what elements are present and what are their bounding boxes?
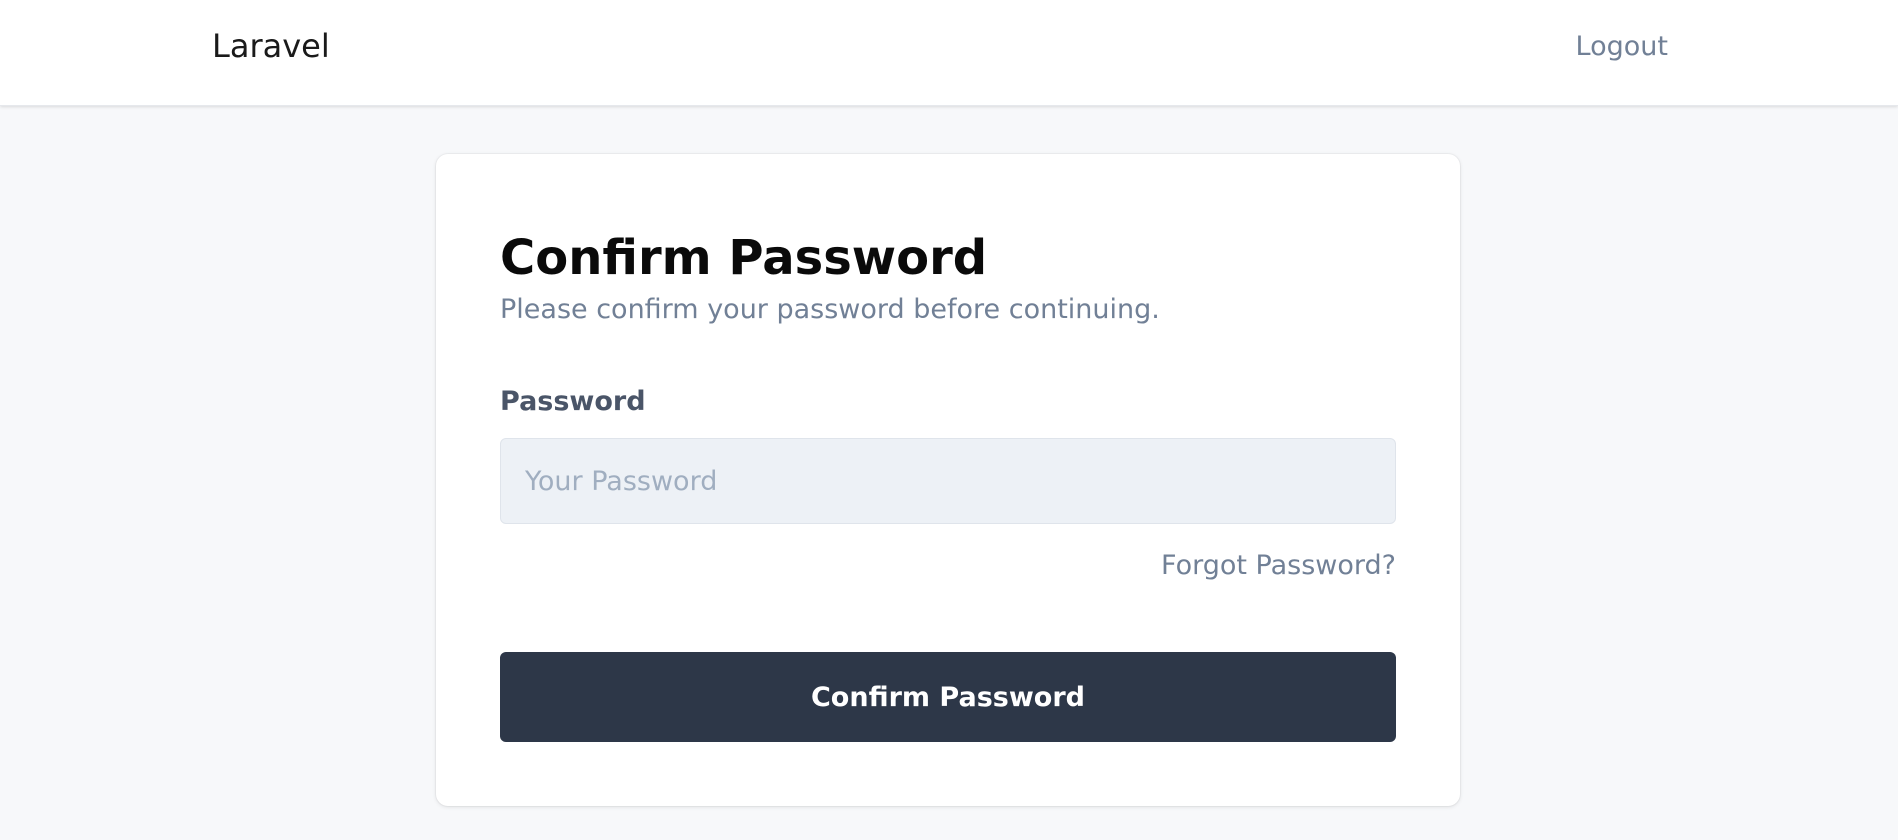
password-label: Password: [500, 386, 646, 417]
page-title: Confirm Password: [500, 230, 988, 286]
forgot-password-link[interactable]: Forgot Password?: [1161, 546, 1396, 586]
top-navbar: Laravel Logout: [0, 0, 1898, 106]
brand-link[interactable]: Laravel: [212, 24, 330, 68]
password-input[interactable]: [500, 438, 1396, 524]
confirm-password-card: Confirm Password Please confirm your pas…: [436, 154, 1460, 806]
confirm-password-button[interactable]: Confirm Password: [500, 652, 1396, 742]
logout-link[interactable]: Logout: [1576, 29, 1668, 65]
page-subtitle: Please confirm your password before cont…: [500, 294, 1160, 325]
